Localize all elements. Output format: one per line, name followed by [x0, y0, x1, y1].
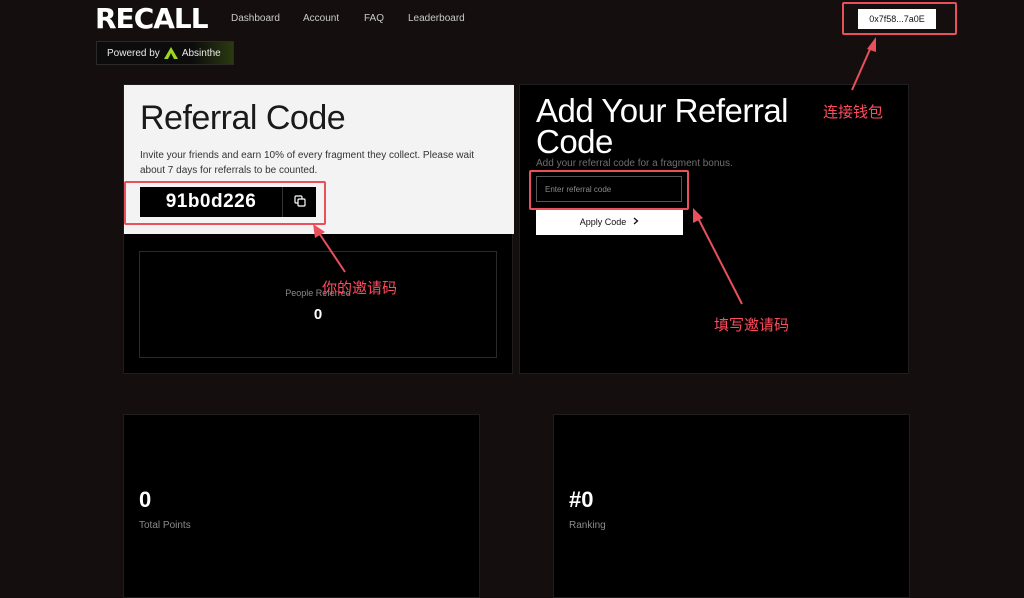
ranking-card: #0 Ranking — [553, 414, 910, 598]
referral-code-card: Referral Code Invite your friends and ea… — [123, 84, 514, 374]
total-points-label: Total Points — [139, 520, 191, 531]
add-referral-title: Add Your Referral Code — [536, 92, 789, 160]
ranking-label: Ranking — [569, 520, 606, 531]
apply-code-label: Apply Code — [579, 217, 627, 227]
people-referred-value: 0 — [313, 306, 323, 323]
absinthe-logo-icon — [163, 47, 178, 59]
recall-logo[interactable]: RECALL — [95, 4, 209, 34]
referral-title: Referral Code — [140, 99, 346, 137]
apply-code-button[interactable]: Apply Code — [536, 209, 683, 235]
nav-dashboard[interactable]: Dashboard — [231, 13, 280, 24]
chevron-right-icon — [633, 217, 639, 227]
powered-by-brand: Absinthe — [181, 47, 221, 59]
copy-code-button[interactable] — [282, 187, 316, 217]
input-annotation: 填写邀请码 — [714, 316, 790, 334]
add-referral-subtitle: Add your referral code for a fragment bo… — [536, 158, 733, 169]
nav-leaderboard[interactable]: Leaderboard — [408, 13, 465, 24]
people-referred-box: People Referred 0 — [139, 251, 497, 358]
wallet-button[interactable]: 0x7f58...7a0E — [858, 9, 936, 29]
total-points-value: 0 — [139, 487, 152, 512]
nav-account[interactable]: Account — [303, 13, 339, 24]
wallet-annotation: 连接钱包 — [823, 103, 884, 121]
code-annotation: 你的邀请码 — [322, 279, 398, 297]
referral-code-panel: Referral Code Invite your friends and ea… — [124, 85, 514, 234]
powered-by-badge[interactable]: Powered by Absinthe — [96, 41, 234, 65]
referral-code-box: 91b0d226 — [140, 187, 316, 217]
nav-faq[interactable]: FAQ — [364, 13, 384, 24]
referral-description: Invite your friends and earn 10% of ever… — [140, 150, 475, 176]
page: RECALL Dashboard Account FAQ Leaderboard… — [0, 0, 1024, 598]
total-points-card: 0 Total Points — [123, 414, 480, 598]
referral-code-value[interactable]: 91b0d226 — [140, 191, 282, 213]
copy-icon — [293, 194, 306, 210]
powered-by-label: Powered by — [107, 47, 160, 59]
people-referred-label: People Referred — [285, 288, 351, 298]
referral-code-input[interactable] — [536, 176, 682, 202]
ranking-value: #0 — [569, 487, 594, 512]
